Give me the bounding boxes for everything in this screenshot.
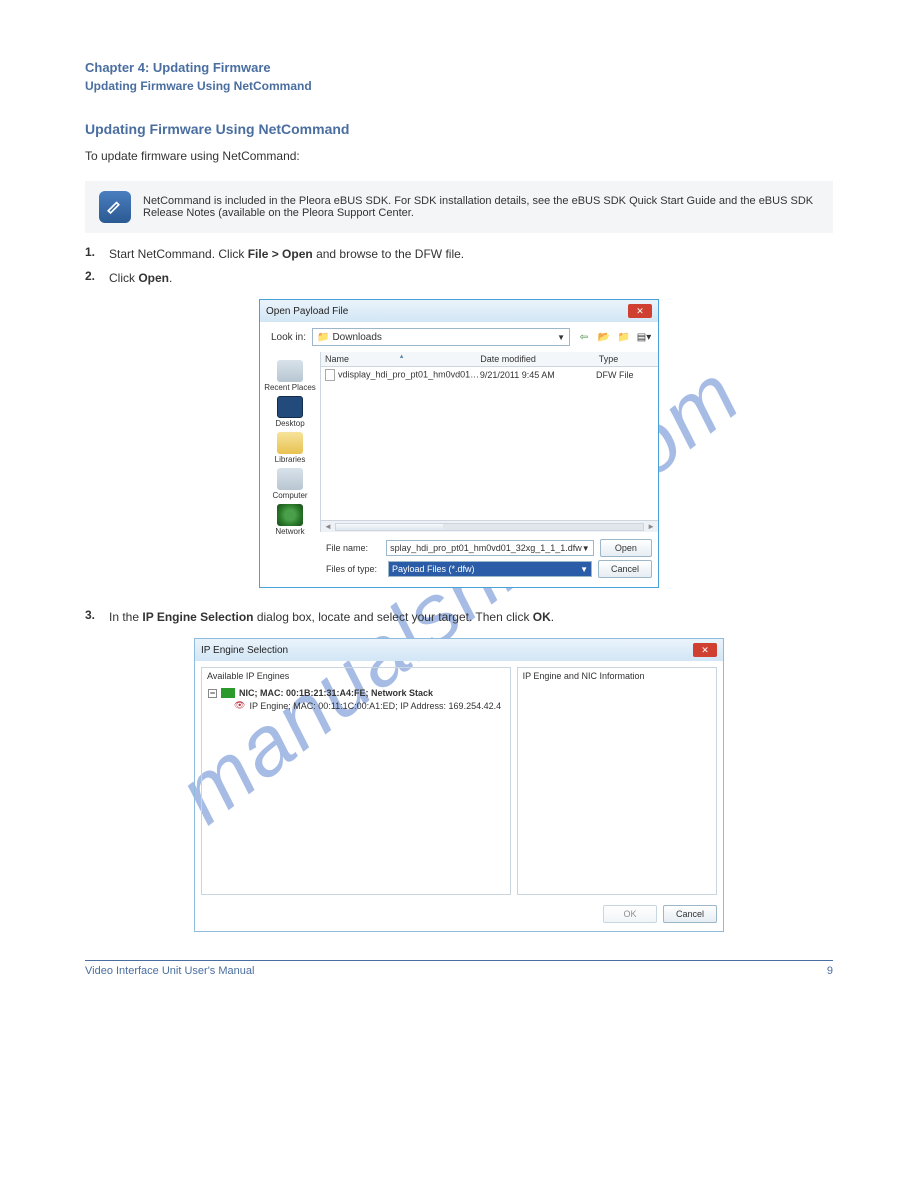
collapse-icon[interactable]: − xyxy=(208,689,217,698)
up-folder-icon[interactable]: 📂 xyxy=(596,329,612,345)
recent-places-icon xyxy=(277,360,303,382)
step-1-pre: Start NetCommand. Click xyxy=(109,247,248,261)
note-callout: NetCommand is included in the Pleora eBU… xyxy=(85,181,833,233)
intro-text: To update firmware using NetCommand: xyxy=(85,147,833,165)
info-panel-label: IP Engine and NIC Information xyxy=(518,668,716,684)
desktop-item[interactable]: Desktop xyxy=(260,396,320,428)
info-panel: IP Engine and NIC Information xyxy=(517,667,717,895)
chevron-down-icon: ▼ xyxy=(557,333,565,342)
file-icon xyxy=(325,369,335,381)
close-button[interactable]: ✕ xyxy=(693,643,717,657)
network-icon xyxy=(277,504,303,526)
desktop-icon xyxy=(277,396,303,418)
close-button[interactable]: ✕ xyxy=(628,304,652,318)
step-3: 3. In the IP Engine Selection dialog box… xyxy=(85,608,833,626)
ip-engine-tree-node[interactable]: 👁 IP Engine; MAC: 00:11:1C:00:A1:ED; IP … xyxy=(234,700,504,711)
section-subtitle: Updating Firmware Using NetCommand xyxy=(85,79,833,93)
step-1-post: and browse to the DFW file. xyxy=(316,247,464,261)
folder-icon: 📁 xyxy=(317,332,329,343)
dialog-titlebar: Open Payload File ✕ xyxy=(260,300,658,322)
scroll-left-icon[interactable]: ◄ xyxy=(324,522,332,531)
lookin-value: Downloads xyxy=(332,332,381,343)
lookin-label: Look in: xyxy=(266,332,306,343)
step-3-pre: In the xyxy=(109,610,142,624)
column-type[interactable]: Type xyxy=(595,352,658,366)
network-item[interactable]: Network xyxy=(260,504,320,536)
step-1-num: 1. xyxy=(85,245,103,263)
column-name[interactable]: Name xyxy=(321,352,476,366)
column-date[interactable]: Date modified xyxy=(476,352,594,366)
lookin-select[interactable]: 📁 Downloads ▼ xyxy=(312,328,570,346)
recent-places-item[interactable]: Recent Places xyxy=(260,360,320,392)
file-type: DFW File xyxy=(596,370,654,380)
footer-doc-title: Video Interface Unit User's Manual xyxy=(85,965,254,977)
chevron-down-icon: ▼ xyxy=(580,565,588,574)
step-1: 1. Start NetCommand. Click File > Open a… xyxy=(85,245,833,263)
filename-input[interactable]: splay_hdi_pro_pt01_hm0vd01_32xg_1_1_1.df… xyxy=(386,540,594,556)
open-button[interactable]: Open xyxy=(600,539,652,557)
step-1-menu-path: File > Open xyxy=(248,247,316,261)
step-3-dialog-name: IP Engine Selection xyxy=(142,610,256,624)
nic-icon xyxy=(221,688,235,698)
file-name: vdisplay_hdi_pro_pt01_hm0vd01_32xg_1_1_1… xyxy=(338,369,480,379)
view-menu-icon[interactable]: ▤▾ xyxy=(636,329,652,345)
computer-icon xyxy=(277,468,303,490)
step-3-post: . xyxy=(551,610,554,624)
note-pencil-icon xyxy=(99,191,131,223)
nic-label: NIC; MAC: 00:1B:21:31:A4:FE; Network Sta… xyxy=(239,688,433,698)
file-date: 9/21/2011 9:45 AM xyxy=(480,370,596,380)
cancel-button[interactable]: Cancel xyxy=(598,560,652,578)
file-row[interactable]: vdisplay_hdi_pro_pt01_hm0vd01_32xg_1_1_1… xyxy=(321,367,658,383)
engine-icon: 👁 xyxy=(234,700,245,711)
scroll-right-icon[interactable]: ► xyxy=(647,522,655,531)
cancel-button[interactable]: Cancel xyxy=(663,905,717,923)
new-folder-icon[interactable]: 📁 xyxy=(616,329,632,345)
step-3-mid: dialog box, locate and select your targe… xyxy=(257,610,533,624)
available-engines-panel: Available IP Engines − NIC; MAC: 00:1B:2… xyxy=(201,667,511,895)
nic-tree-node[interactable]: − NIC; MAC: 00:1B:21:31:A4:FE; Network S… xyxy=(208,688,504,698)
filetype-select[interactable]: Payload Files (*.dfw) ▼ xyxy=(388,561,592,577)
back-icon[interactable]: ⇦ xyxy=(576,329,592,345)
page-footer: Video Interface Unit User's Manual 9 xyxy=(85,961,833,977)
open-payload-dialog: Open Payload File ✕ Look in: 📁 Downloads… xyxy=(259,299,659,588)
ok-button[interactable]: OK xyxy=(603,905,657,923)
footer-page-number: 9 xyxy=(827,965,833,977)
heading-updating-netcommand: Updating Firmware Using NetCommand xyxy=(85,121,833,137)
filename-label: File name: xyxy=(326,543,380,553)
filename-value: splay_hdi_pro_pt01_hm0vd01_32xg_1_1_1.df… xyxy=(390,543,582,553)
filetype-value: Payload Files (*.dfw) xyxy=(392,564,475,574)
note-text: NetCommand is included in the Pleora eBU… xyxy=(143,195,819,219)
step-2-post: . xyxy=(169,271,172,285)
available-engines-label: Available IP Engines xyxy=(202,668,510,684)
engine-label: IP Engine; MAC: 00:11:1C:00:A1:ED; IP Ad… xyxy=(249,701,501,711)
horizontal-scrollbar[interactable]: ◄ ► xyxy=(321,520,658,532)
step-3-ok: OK xyxy=(533,610,551,624)
filetype-label: Files of type: xyxy=(326,564,382,574)
ip-engine-selection-dialog: IP Engine Selection ✕ Available IP Engin… xyxy=(194,638,724,932)
step-2-pre: Click xyxy=(109,271,138,285)
chevron-down-icon: ▼ xyxy=(582,544,590,553)
step-2-num: 2. xyxy=(85,269,103,287)
libraries-icon xyxy=(277,432,303,454)
chapter-title: Chapter 4: Updating Firmware xyxy=(85,60,833,75)
dialog2-title-text: IP Engine Selection xyxy=(201,645,288,656)
step-2-button: Open xyxy=(138,271,169,285)
computer-item[interactable]: Computer xyxy=(260,468,320,500)
dialog-title-text: Open Payload File xyxy=(266,306,348,317)
libraries-item[interactable]: Libraries xyxy=(260,432,320,464)
dialog2-titlebar: IP Engine Selection ✕ xyxy=(195,639,723,661)
places-sidebar: Recent Places Desktop Libraries Computer… xyxy=(260,352,320,532)
step-2: 2. Click Open. xyxy=(85,269,833,287)
step-3-num: 3. xyxy=(85,608,103,626)
